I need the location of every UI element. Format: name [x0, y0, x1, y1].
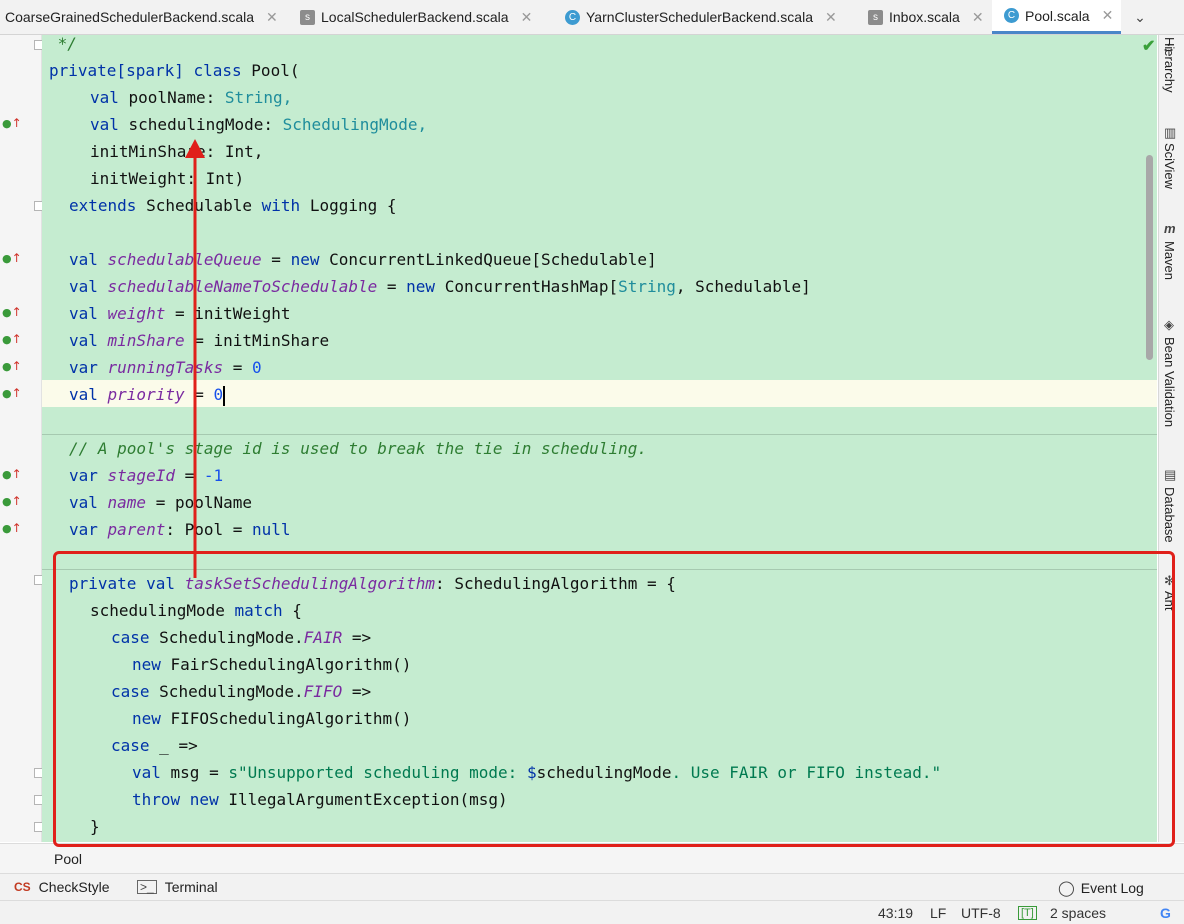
caret-position[interactable]: 43:19: [878, 905, 913, 921]
code-line: val poolName: String,: [90, 88, 293, 107]
google-icon[interactable]: G: [1160, 905, 1171, 921]
code-line: initMinShare: Int,: [90, 142, 264, 161]
editor-tab-bar: CoarseGrainedSchedulerBackend.scala ✕ s …: [0, 0, 1184, 35]
override-marker-icon[interactable]: ●↑: [2, 467, 24, 481]
code-line: val schedulableQueue = new ConcurrentLin…: [69, 250, 657, 269]
override-marker-icon[interactable]: ●↑: [2, 251, 24, 265]
editor-gutter: ●↑ ●↑ ●↑ ●↑ ●↑ ●↑ ●↑ ●↑ ●↑: [0, 35, 44, 842]
scala-class-icon: C: [1004, 8, 1019, 23]
vertical-scrollbar[interactable]: [1146, 155, 1153, 360]
code-line: var stageId = -1: [69, 466, 224, 485]
tab-inbox[interactable]: s Inbox.scala ✕: [868, 0, 984, 34]
override-marker-icon[interactable]: ●↑: [2, 494, 24, 508]
code-line: val schedulableNameToSchedulable = new C…: [69, 277, 811, 296]
terminal-button[interactable]: >_ Terminal: [137, 879, 218, 895]
tab-label: LocalSchedulerBackend.scala: [321, 9, 509, 25]
tool-bean-validation[interactable]: Bean Validation: [1162, 337, 1177, 427]
tab-local-scheduler-backend[interactable]: s LocalSchedulerBackend.scala ✕: [300, 0, 532, 34]
code-line: var parent: Pool = null: [69, 520, 291, 539]
bean-validation-icon: ◈: [1164, 317, 1174, 332]
code-line: val name = poolName: [69, 493, 253, 512]
override-marker-icon[interactable]: ●↑: [2, 116, 24, 130]
close-icon[interactable]: ✕: [825, 9, 837, 26]
text-caret: [223, 385, 226, 406]
text-mode-icon[interactable]: [T]: [1018, 906, 1037, 920]
chevron-down-icon[interactable]: ⌄: [1128, 0, 1152, 34]
sciview-icon: ▥: [1164, 125, 1177, 140]
close-icon[interactable]: ✕: [1102, 7, 1114, 24]
scala-class-icon: C: [565, 9, 580, 25]
code-line: */: [48, 35, 77, 53]
status-bar: 43:19 LF UTF-8 [T] 2 spaces G: [0, 900, 1184, 924]
event-log-icon: ◯: [1058, 880, 1075, 897]
override-marker-icon[interactable]: ●↑: [2, 332, 24, 346]
close-icon[interactable]: ✕: [521, 9, 533, 26]
tab-label: CoarseGrainedSchedulerBackend.scala: [5, 9, 255, 25]
override-marker-icon[interactable]: ●↑: [2, 305, 24, 319]
tab-yarn-cluster-scheduler-backend[interactable]: C YarnClusterSchedulerBackend.scala ✕: [565, 0, 837, 34]
tab-label: Pool.scala: [1025, 7, 1090, 24]
terminal-icon: >_: [137, 880, 157, 894]
code-line: val minShare = initMinShare: [69, 331, 330, 350]
code-line: initWeight: Int): [90, 169, 245, 188]
tool-hierarchy[interactable]: Hierarchy: [1162, 37, 1177, 93]
maven-icon: m: [1164, 221, 1176, 236]
event-log-label: Event Log: [1080, 880, 1144, 896]
code-line-current: val priority = 0: [69, 385, 226, 406]
terminal-label: Terminal: [164, 879, 218, 895]
breadcrumb[interactable]: Pool: [54, 851, 82, 867]
checkstyle-label: CheckStyle: [38, 879, 110, 895]
annotation-highlight-box: [53, 551, 1175, 847]
checkstyle-button[interactable]: CS CheckStyle: [14, 879, 109, 895]
override-marker-icon[interactable]: ●↑: [2, 386, 24, 400]
scala-file-icon: s: [300, 9, 315, 25]
close-icon[interactable]: ✕: [266, 9, 278, 26]
code-line: extends Schedulable with Logging {: [69, 196, 397, 215]
inspection-ok-icon[interactable]: ✔: [1142, 36, 1155, 56]
code-line: // A pool's stage id is used to break th…: [69, 439, 647, 458]
scala-file-icon: s: [868, 9, 883, 25]
database-icon: ▤: [1164, 467, 1177, 482]
tool-database[interactable]: Database: [1162, 487, 1177, 543]
override-marker-icon[interactable]: ●↑: [2, 359, 24, 373]
code-line: var runningTasks = 0: [69, 358, 262, 377]
tool-sciview[interactable]: SciView: [1162, 143, 1177, 189]
breadcrumb-bar: Pool: [0, 843, 1184, 874]
tab-label: YarnClusterSchedulerBackend.scala: [586, 9, 813, 25]
tab-label: Inbox.scala: [889, 9, 960, 25]
close-icon[interactable]: ✕: [972, 9, 984, 26]
tool-maven[interactable]: Maven: [1162, 241, 1177, 280]
tab-coarse-grained-scheduler-backend[interactable]: CoarseGrainedSchedulerBackend.scala ✕: [0, 0, 278, 34]
code-line: val weight = initWeight: [69, 304, 291, 323]
indent-setting[interactable]: 2 spaces: [1050, 905, 1106, 921]
code-line: private[spark] class Pool(: [49, 61, 300, 80]
code-line: val schedulingMode: SchedulingMode,: [90, 115, 428, 134]
tool-window-bar: CS CheckStyle >_ Terminal ◯ Event Log: [0, 873, 1184, 901]
checkstyle-icon: CS: [14, 880, 31, 894]
file-encoding[interactable]: UTF-8: [961, 905, 1001, 921]
line-separator[interactable]: LF: [930, 905, 946, 921]
tab-pool[interactable]: C Pool.scala ✕: [992, 0, 1122, 34]
override-marker-icon[interactable]: ●↑: [2, 521, 24, 535]
event-log-button[interactable]: ◯ Event Log: [1058, 879, 1144, 897]
